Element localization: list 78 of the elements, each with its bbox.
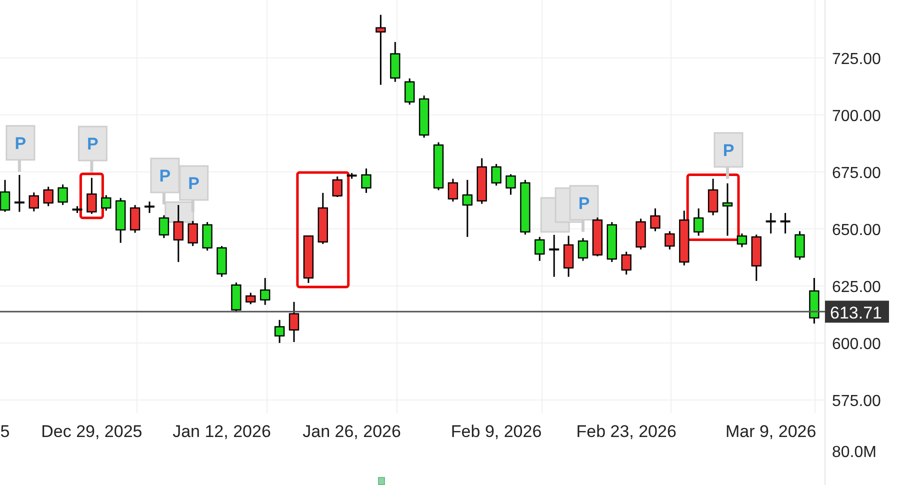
candlestick <box>736 234 748 248</box>
ref-line-label: 613.71 <box>830 304 882 323</box>
x-axis-label: Feb 23, 2026 <box>576 422 676 441</box>
highlight-box <box>686 174 740 242</box>
candlestick <box>404 78 415 105</box>
marker-pin[interactable] <box>164 201 194 223</box>
x-axis-label: Jan 12, 2026 <box>172 422 271 441</box>
candlestick <box>158 215 170 238</box>
candlestick <box>636 218 646 250</box>
y-axis-label: 725.00 <box>832 50 881 68</box>
candlestick <box>332 176 342 197</box>
candlestick <box>506 174 516 195</box>
candlestick <box>621 252 632 275</box>
x-axis-label: Feb 9, 2026 <box>450 422 542 441</box>
candlestick <box>318 192 328 244</box>
candlestick <box>794 231 805 260</box>
candlestick <box>274 320 285 343</box>
candlestick <box>202 222 212 251</box>
y-axis-label: 650.00 <box>832 222 881 239</box>
highlight-box <box>79 172 104 220</box>
candlestick <box>43 186 54 206</box>
candlestick <box>606 222 617 262</box>
candlestick <box>433 142 444 190</box>
y-axis-label: 600.00 <box>832 336 881 353</box>
candlestick <box>448 178 458 202</box>
candlestick <box>173 205 184 262</box>
candlestick <box>563 236 574 277</box>
candlestick <box>14 174 24 212</box>
last-price-label: 613.71 <box>825 300 889 323</box>
candlestick <box>679 210 690 266</box>
candlestick <box>116 198 126 243</box>
candlestick <box>390 42 400 82</box>
candlestick <box>86 178 97 214</box>
candlestick <box>418 96 430 138</box>
x-axis-label: Jan 26, 2026 <box>302 422 401 441</box>
candlestick <box>188 220 198 246</box>
volume-bar <box>378 477 385 485</box>
candlestick <box>664 231 675 250</box>
candlestick <box>303 235 314 283</box>
candlestick <box>462 180 472 237</box>
candlestick <box>0 180 10 212</box>
candlestick <box>361 168 372 193</box>
candlestick <box>231 282 242 312</box>
candlestick <box>534 236 545 261</box>
candlestick <box>766 212 776 234</box>
volume-scale-label: 80.0M <box>832 444 876 461</box>
candlestick <box>288 302 300 342</box>
candlestick <box>578 238 588 261</box>
candlestick <box>144 202 154 213</box>
candlestick <box>708 178 718 216</box>
candlestick <box>780 212 790 234</box>
candlestick <box>722 183 733 236</box>
candlestick <box>751 234 762 281</box>
candlestick <box>592 218 603 256</box>
x-axis-label: 5 <box>0 422 10 441</box>
candlestick <box>549 234 560 277</box>
candlestick <box>216 246 227 277</box>
y-axis-label: 700.00 <box>832 108 881 125</box>
candlestick <box>376 14 386 85</box>
candlestick <box>130 205 140 233</box>
candlestick <box>58 184 68 205</box>
y-axis-label: 675.00 <box>832 164 881 182</box>
candlestick <box>246 292 256 304</box>
candlestick <box>476 158 487 204</box>
x-axis-label: Mar 9, 2026 <box>725 422 816 441</box>
candlestick <box>809 278 820 324</box>
y-axis-label: 625.00 <box>832 278 881 296</box>
candlestick <box>101 195 112 211</box>
candlestick <box>260 278 270 305</box>
candlestick <box>650 208 660 232</box>
x-axis-label: Dec 29, 2025 <box>41 422 142 441</box>
candlestick <box>346 173 357 179</box>
candlestick <box>491 164 502 186</box>
candlestick <box>520 180 530 235</box>
y-axis-label: 575.00 <box>832 392 881 410</box>
candlestick <box>72 206 82 213</box>
candlestick <box>28 192 39 212</box>
candlestick <box>694 208 704 236</box>
